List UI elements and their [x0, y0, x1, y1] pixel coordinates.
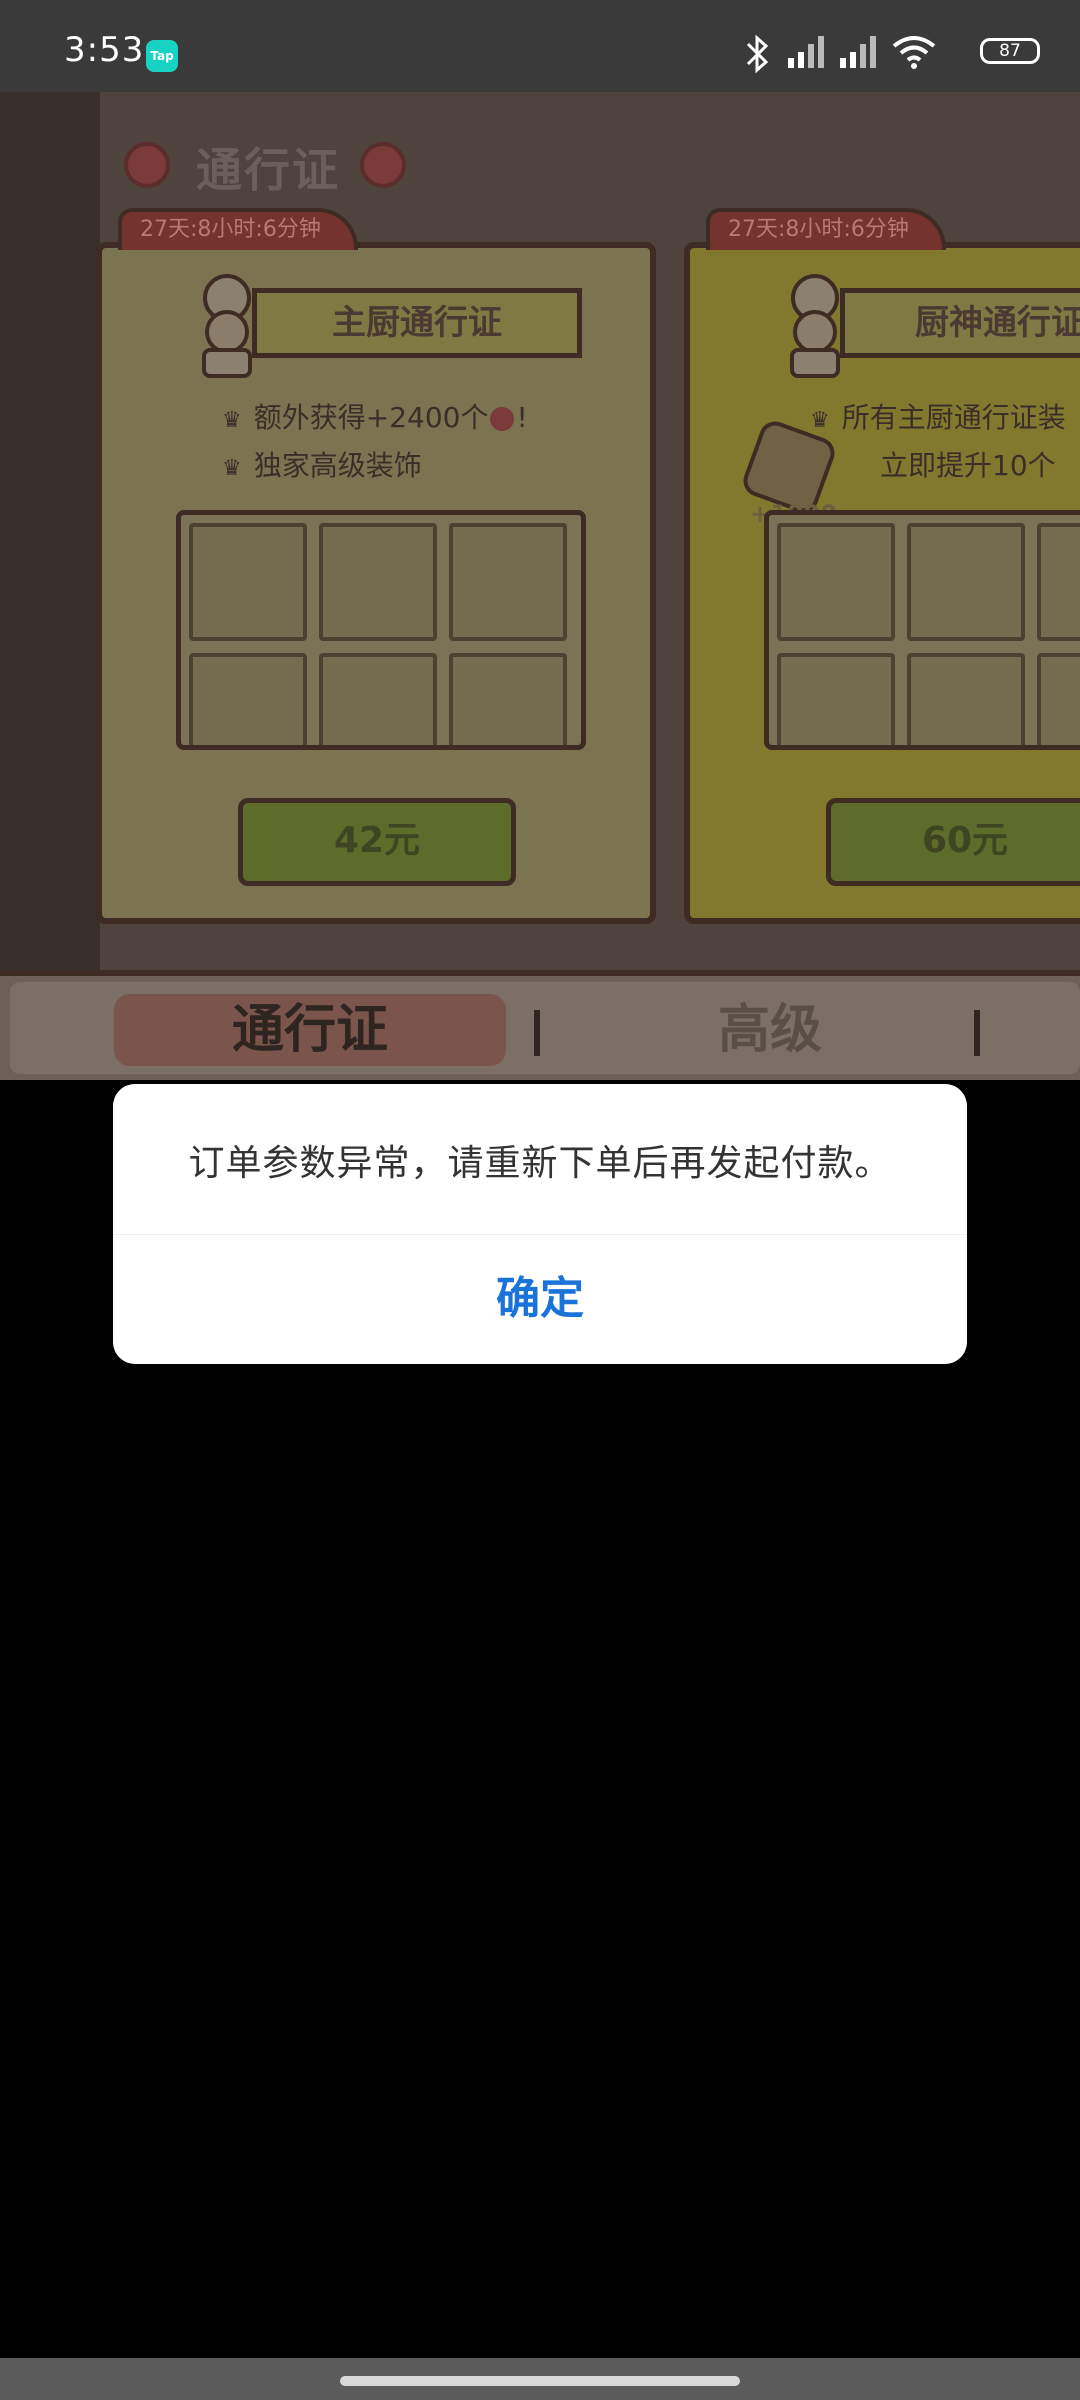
crown-icon: ♛	[810, 408, 830, 433]
reward-slot	[189, 653, 307, 745]
gem-icon	[360, 142, 406, 188]
reward-slot	[777, 523, 895, 641]
perk-row: ♛ 所有主厨通行证装	[810, 396, 1066, 436]
perk-row: ♛ 额外获得+2400个!	[222, 396, 528, 436]
crown-icon: ♛	[222, 456, 242, 481]
dialog-message: 订单参数异常，请重新下单后再发起付款。	[188, 1143, 892, 1184]
bluetooth-icon	[746, 34, 769, 74]
perk-row: 立即提升10个	[880, 444, 1056, 484]
wifi-icon	[892, 36, 936, 69]
reward-slot	[189, 523, 307, 641]
buy-button-42[interactable]: 42元	[238, 798, 516, 886]
wall-decoration	[0, 92, 100, 1080]
banner-title: 主厨通行证	[332, 303, 502, 343]
tab-divider	[974, 1010, 980, 1056]
buy-button-60[interactable]: 60元	[826, 798, 1080, 886]
signal-icon	[788, 36, 824, 68]
card-banner: 厨神通行证	[840, 288, 1080, 358]
perk-text: 额外获得+2400个	[253, 401, 489, 434]
pass-tab-bar: 通行证 高级	[0, 970, 1080, 1080]
reward-items-grid	[764, 510, 1080, 750]
reward-slot	[907, 653, 1025, 745]
system-nav-bar	[0, 2358, 1080, 2400]
gem-icon	[124, 142, 170, 188]
crown-icon: ♛	[222, 408, 242, 433]
reward-slot	[319, 653, 437, 745]
tab-bar-inner: 通行证 高级	[10, 982, 1080, 1074]
gem-icon	[490, 407, 515, 431]
tab-pass[interactable]: 通行证	[114, 994, 506, 1066]
chef-icon	[790, 274, 840, 378]
page-title: 通行证	[196, 143, 340, 197]
reward-slot	[449, 523, 567, 641]
reward-slot	[777, 653, 895, 745]
status-icons: 87	[740, 34, 1040, 74]
perk-suffix: !	[516, 401, 528, 434]
perk-text: 独家高级装饰	[253, 449, 422, 482]
reward-slot	[319, 523, 437, 641]
game-background: 通行证 27天:8小时:6分钟 主厨通行证 ♛ 额外获得+2400个! ♛ 独家高级…	[0, 92, 1080, 1080]
status-bar: 3:53 Tap 87	[0, 0, 1080, 92]
chef-icon	[202, 274, 252, 378]
countdown-timer: 27天:8小时:6分钟	[118, 208, 358, 250]
home-indicator[interactable]	[340, 2376, 740, 2386]
perk-text: 所有主厨通行证装	[841, 401, 1066, 434]
tab-divider	[534, 1010, 540, 1056]
confirm-button[interactable]: 确定	[113, 1234, 967, 1364]
reward-slot	[449, 653, 567, 745]
countdown-timer: 27天:8小时:6分钟	[706, 208, 946, 250]
status-time: 3:53	[64, 30, 145, 70]
pass-header: 通行证	[124, 134, 424, 204]
banner-title: 厨神通行证	[915, 303, 1080, 343]
perk-row: ♛ 独家高级装饰	[222, 444, 422, 484]
reward-slot	[907, 523, 1025, 641]
tab-premium[interactable]: 高级	[610, 994, 930, 1066]
card-banner: 主厨通行证	[252, 288, 582, 358]
pass-card-master-chef: 27天:8小时:6分钟 厨神通行证 ♛所有主厨通行证装 立即提升10个 +100…	[684, 208, 1080, 924]
pass-card-chef: 27天:8小时:6分钟 主厨通行证 ♛ 额外获得+2400个! ♛ 独家高级装饰 4…	[96, 208, 656, 924]
reward-items-grid	[176, 510, 586, 750]
reward-slot	[1037, 523, 1080, 641]
error-dialog: 订单参数异常，请重新下单后再发起付款。 确定	[113, 1084, 967, 1364]
signal-icon	[840, 36, 876, 68]
reward-slot	[1037, 653, 1080, 745]
battery-icon: 87	[980, 38, 1040, 64]
taptap-app-icon: Tap	[146, 40, 178, 72]
perk-text: 立即提升10个	[880, 449, 1056, 482]
